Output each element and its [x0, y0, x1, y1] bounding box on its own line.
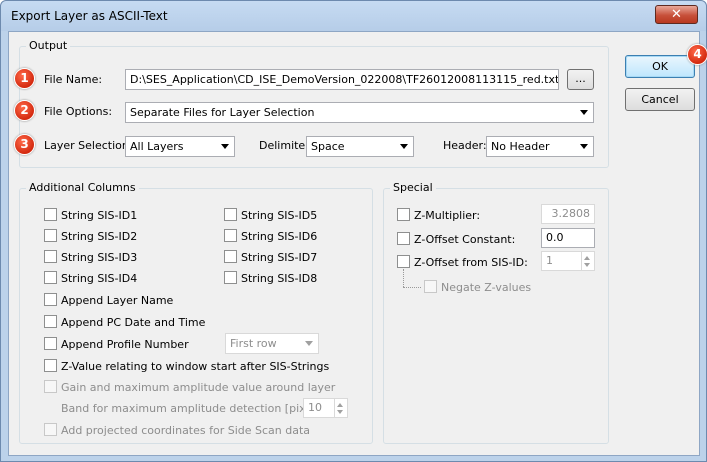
z-offset-sis-spinner[interactable]: [581, 252, 594, 271]
checkbox-sis-id8[interactable]: [224, 271, 237, 284]
label-append-layer-name: Append Layer Name: [61, 294, 174, 307]
checkbox-append-profile-number[interactable]: [44, 337, 57, 350]
chevron-down-icon: [221, 144, 229, 149]
chevron-down-icon: [580, 110, 588, 115]
header-value: No Header: [491, 140, 550, 153]
label-negate-z: Negate Z-values: [441, 281, 532, 294]
label-append-profile-number: Append Profile Number: [61, 338, 189, 351]
chevron-down-icon: [305, 341, 313, 346]
checkbox-z-multiplier[interactable]: [397, 208, 410, 221]
z-multiplier-value: 3.2808: [551, 207, 591, 220]
special-group: Special: [383, 181, 609, 444]
checkbox-sis-id6[interactable]: [224, 229, 237, 242]
checkbox-z-offset-sis[interactable]: [397, 255, 410, 268]
checkbox-sis-id4[interactable]: [44, 271, 57, 284]
label-sis-id1: String SIS-ID1: [61, 209, 138, 222]
marker-1: 1: [14, 68, 35, 89]
marker-2: 2: [14, 100, 35, 121]
band-pixel-spinner[interactable]: [334, 399, 347, 418]
checkbox-append-layer-name[interactable]: [44, 293, 57, 306]
chevron-down-icon: [580, 144, 588, 149]
additional-columns-label: Additional Columns: [26, 181, 139, 194]
z-offset-constant-input[interactable]: 0.0: [541, 228, 595, 248]
checkbox-sis-id5[interactable]: [224, 208, 237, 221]
spin-up-icon: [584, 256, 590, 260]
file-options-label: File Options:: [44, 105, 113, 118]
spin-down-icon: [337, 410, 343, 414]
layer-selection-select[interactable]: All Layers: [125, 136, 235, 157]
file-options-select[interactable]: Separate Files for Layer Selection: [125, 102, 594, 123]
checkbox-gain-max-amplitude[interactable]: [44, 380, 57, 393]
profile-number-value: First row: [230, 337, 277, 350]
label-z-value-relating: Z-Value relating to window start after S…: [61, 360, 330, 373]
delimiter-select[interactable]: Space: [306, 136, 414, 157]
dialog-window: Export Layer as ASCII-Text ✕ Output 1 Fi…: [0, 0, 707, 462]
checkbox-sis-id1[interactable]: [44, 208, 57, 221]
output-group-label: Output: [26, 39, 71, 52]
profile-number-select[interactable]: First row: [225, 333, 319, 354]
z-offset-sis-value: 1: [546, 254, 553, 267]
checkbox-negate-z[interactable]: [424, 280, 437, 293]
file-name-label: File Name:: [44, 73, 103, 86]
label-sis-id4: String SIS-ID4: [61, 272, 138, 285]
label-gain-max-amplitude: Gain and maximum amplitude value around …: [61, 381, 336, 394]
checkbox-sis-id3[interactable]: [44, 250, 57, 263]
title-bar[interactable]: Export Layer as ASCII-Text ✕: [1, 1, 706, 31]
spin-up-icon: [337, 403, 343, 407]
checkbox-z-value-relating[interactable]: [44, 359, 57, 372]
cancel-button[interactable]: Cancel: [625, 88, 695, 111]
label-add-projected: Add projected coordinates for Side Scan …: [61, 424, 311, 437]
tree-connector-vertical: [403, 269, 404, 287]
window-title: Export Layer as ASCII-Text: [11, 9, 168, 23]
special-group-label: Special: [390, 181, 436, 194]
ok-button[interactable]: OK: [625, 55, 695, 78]
label-z-multiplier: Z-Multiplier:: [414, 209, 481, 222]
label-z-offset-constant: Z-Offset Constant:: [414, 233, 516, 246]
file-options-value: Separate Files for Layer Selection: [130, 106, 315, 119]
checkbox-sis-id7[interactable]: [224, 250, 237, 263]
spin-down-icon: [584, 263, 590, 267]
label-sis-id6: String SIS-ID6: [241, 230, 318, 243]
checkbox-sis-id2[interactable]: [44, 229, 57, 242]
header-select[interactable]: No Header: [486, 136, 594, 157]
checkbox-add-projected[interactable]: [44, 423, 57, 436]
label-sis-id2: String SIS-ID2: [61, 230, 138, 243]
tree-connector-horizontal: [403, 287, 421, 288]
band-pixel-value: 10: [308, 401, 322, 414]
dialog-client-area: Output 1 File Name: D:\SES_Application\C…: [8, 31, 707, 456]
marker-3: 3: [14, 134, 35, 155]
layer-selection-value: All Layers: [130, 140, 184, 153]
checkbox-append-pc-date[interactable]: [44, 315, 57, 328]
label-sis-id7: String SIS-ID7: [241, 251, 318, 264]
z-offset-constant-value: 0.0: [546, 231, 564, 244]
chevron-down-icon: [400, 144, 408, 149]
browse-button[interactable]: ...: [567, 69, 594, 90]
header-label: Header:: [443, 139, 487, 152]
label-sis-id8: String SIS-ID8: [241, 272, 318, 285]
label-sis-id3: String SIS-ID3: [61, 251, 138, 264]
layer-selection-label: Layer Selection:: [44, 139, 133, 152]
label-append-pc-date: Append PC Date and Time: [61, 316, 206, 329]
checkbox-z-offset-constant[interactable]: [397, 232, 410, 245]
delimiter-value: Space: [311, 140, 345, 153]
label-band-max-amplitude: Band for maximum amplitude detection [pi…: [61, 402, 324, 415]
marker-4: 4: [687, 44, 707, 65]
label-z-offset-sis: Z-Offset from SIS-ID:: [414, 256, 528, 269]
label-sis-id5: String SIS-ID5: [241, 209, 318, 222]
file-name-input[interactable]: D:\SES_Application\CD_ISE_DemoVersion_02…: [125, 69, 559, 90]
close-button[interactable]: ✕: [655, 5, 698, 24]
z-multiplier-input[interactable]: 3.2808: [541, 204, 595, 224]
